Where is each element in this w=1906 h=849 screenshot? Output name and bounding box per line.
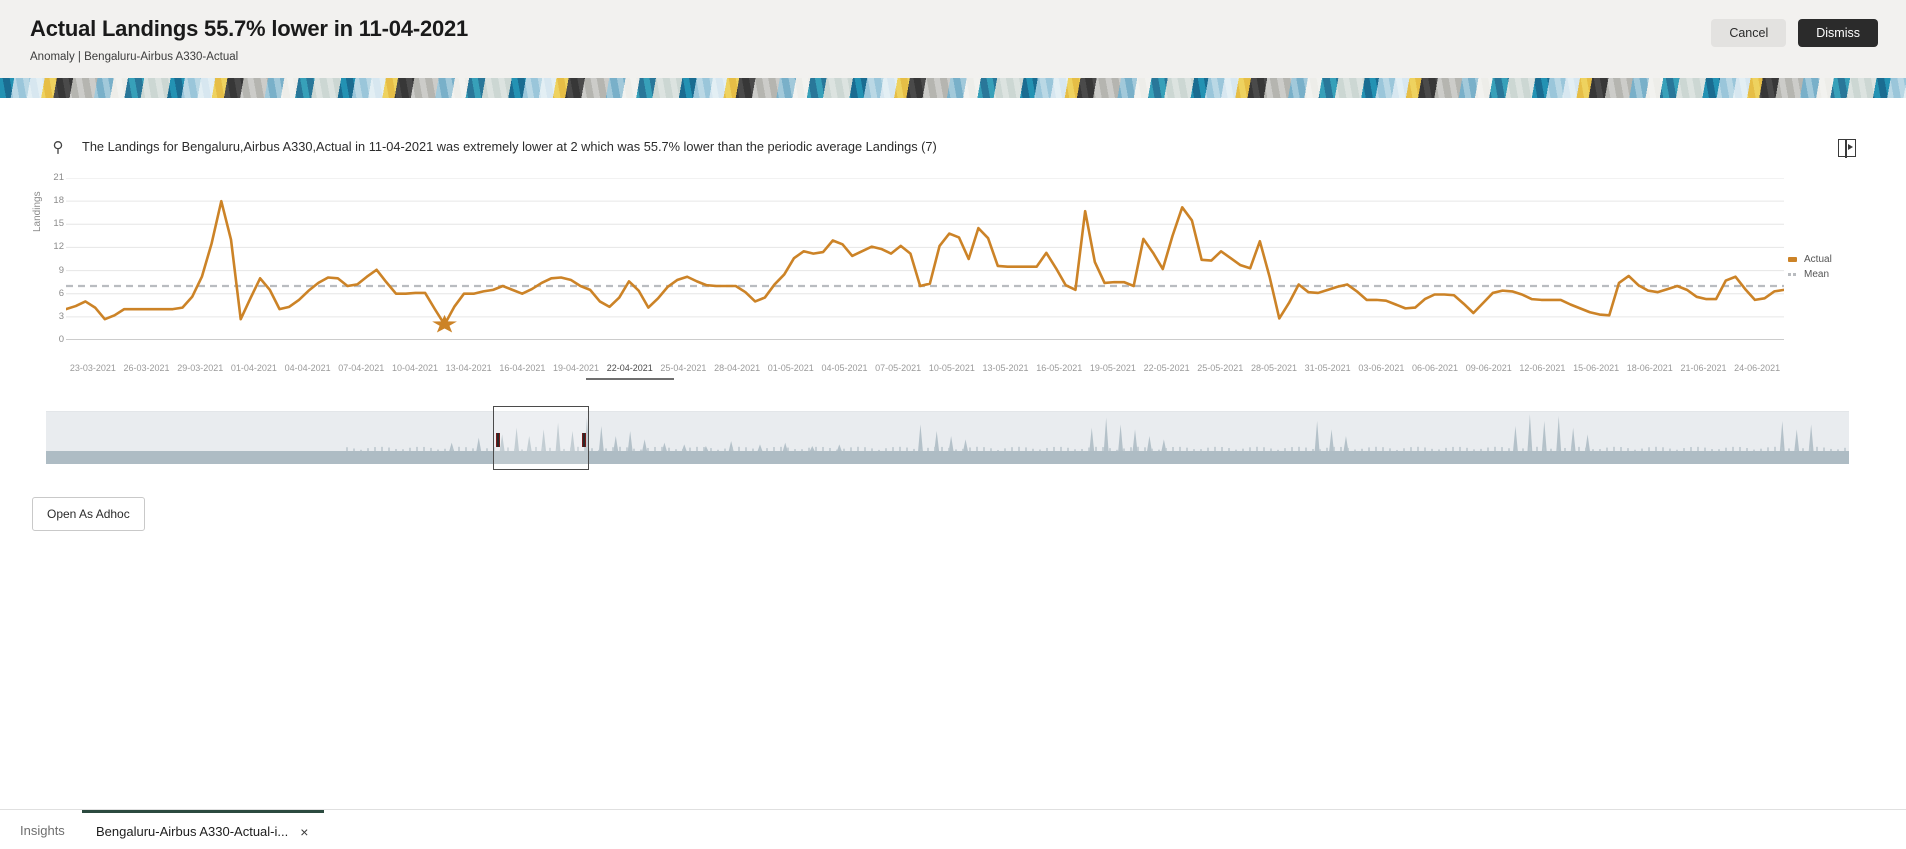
legend-item[interactable]: Actual <box>1788 252 1832 267</box>
x-tick-label: 28-05-2021 <box>1250 363 1297 373</box>
x-tick-label: 06-06-2021 <box>1412 363 1459 373</box>
x-tick-label: 01-04-2021 <box>230 363 277 373</box>
header-actions: Cancel Dismiss <box>1711 19 1878 47</box>
x-tick-label: 04-04-2021 <box>284 363 331 373</box>
open-as-adhoc-button[interactable]: Open As Adhoc <box>32 497 145 531</box>
x-tick-label: 13-05-2021 <box>982 363 1029 373</box>
x-tick-label: 19-04-2021 <box>553 363 600 373</box>
banner-texture-overlay <box>0 78 1906 98</box>
brush-handle-left[interactable] <box>496 433 501 447</box>
y-tick-label: 9 <box>58 264 64 276</box>
x-tick-label: 16-05-2021 <box>1036 363 1083 373</box>
x-tick-label: 03-06-2021 <box>1358 363 1405 373</box>
x-tick-label: 01-05-2021 <box>767 363 814 373</box>
x-tick-label: 26-03-2021 <box>123 363 170 373</box>
x-tick-label: 21-06-2021 <box>1680 363 1727 373</box>
x-tick-label: 09-06-2021 <box>1465 363 1512 373</box>
anomaly-detail-page: Actual Landings 55.7% lower in 11-04-202… <box>0 0 1906 849</box>
x-tick-label: 18-06-2021 <box>1626 363 1673 373</box>
x-tick-label: 07-05-2021 <box>875 363 922 373</box>
tab-active-label: Bengaluru-Airbus A330-Actual-i... <box>96 824 289 839</box>
x-tick-label: 19-05-2021 <box>1089 363 1136 373</box>
page-subtitle: Anomaly | Bengaluru-Airbus A330-Actual <box>30 51 239 63</box>
chart-legend: Actual Mean <box>1788 252 1832 282</box>
brush-handle-right[interactable] <box>581 433 586 447</box>
bottom-tab-bar: Insights Bengaluru-Airbus A330-Actual-i.… <box>0 809 1906 849</box>
x-axis-ticks: 23-03-2021 26-03-2021 29-03-2021 01-04-2021… <box>66 363 1784 379</box>
y-tick-label: 3 <box>58 310 64 322</box>
legend-item[interactable]: Mean <box>1788 267 1832 282</box>
x-tick-label: 24-06-2021 <box>1734 363 1781 373</box>
x-tick-label: 16-04-2021 <box>499 363 546 373</box>
y-tick-label: 15 <box>53 218 64 230</box>
page-header: Actual Landings 55.7% lower in 11-04-202… <box>0 0 1906 78</box>
y-tick-label: 18 <box>53 195 64 207</box>
anomaly-marker-star[interactable] <box>432 314 457 333</box>
x-tick-label: 07-04-2021 <box>338 363 385 373</box>
x-tick-label: 28-04-2021 <box>714 363 761 373</box>
x-tick-label: 31-05-2021 <box>1304 363 1351 373</box>
legend-label: Actual <box>1804 254 1832 265</box>
x-axis-active-marker <box>585 378 674 380</box>
cancel-button[interactable]: Cancel <box>1711 19 1787 47</box>
minimap-baseline <box>46 451 1849 464</box>
legend-swatch-solid-icon <box>1788 257 1797 262</box>
legend-label: Mean <box>1804 269 1830 280</box>
x-tick-label: 10-05-2021 <box>928 363 975 373</box>
tab-insights-label: Insights <box>20 822 65 838</box>
x-tick-label: 25-04-2021 <box>660 363 707 373</box>
anomaly-icon: ⚲ <box>52 139 64 156</box>
x-tick-label: 23-03-2021 <box>69 363 116 373</box>
tab-bengaluru-airbus-a330-actual[interactable]: Bengaluru-Airbus A330-Actual-i... × <box>82 810 325 849</box>
chart-svg <box>66 178 1784 340</box>
x-tick-label: 13-04-2021 <box>445 363 492 373</box>
expand-right-panel-icon[interactable] <box>1838 138 1856 158</box>
line-chart-plot <box>66 178 1784 340</box>
legend-swatch-dashed-icon <box>1788 273 1797 276</box>
y-tick-label: 6 <box>58 287 64 299</box>
y-tick-label: 0 <box>58 334 64 345</box>
y-tick-label: 21 <box>53 172 64 183</box>
range-minimap[interactable] <box>46 406 1849 470</box>
close-icon[interactable]: × <box>298 825 310 839</box>
tab-insights[interactable]: Insights <box>8 810 77 849</box>
x-tick-label: 22-04-2021 <box>606 363 653 373</box>
dismiss-button[interactable]: Dismiss <box>1798 19 1878 47</box>
x-tick-label: 22-05-2021 <box>1143 363 1190 373</box>
x-tick-label: 25-05-2021 <box>1197 363 1244 373</box>
x-tick-label: 15-06-2021 <box>1573 363 1620 373</box>
range-brush-window[interactable] <box>493 406 589 470</box>
decorative-banner <box>0 78 1906 98</box>
page-title: Actual Landings 55.7% lower in 11-04-202… <box>30 16 469 41</box>
x-tick-label: 29-03-2021 <box>177 363 224 373</box>
y-tick-label: 12 <box>53 241 64 253</box>
x-tick-label: 10-04-2021 <box>391 363 438 373</box>
x-tick-label: 12-06-2021 <box>1519 363 1566 373</box>
narrative-text: The Landings for Bengaluru,Airbus A330,A… <box>82 139 937 154</box>
minimap-sparkline <box>346 414 1846 451</box>
x-tick-label: 04-05-2021 <box>821 363 868 373</box>
y-axis-ticks: 0 3 6 9 12 15 18 21 <box>38 172 64 345</box>
